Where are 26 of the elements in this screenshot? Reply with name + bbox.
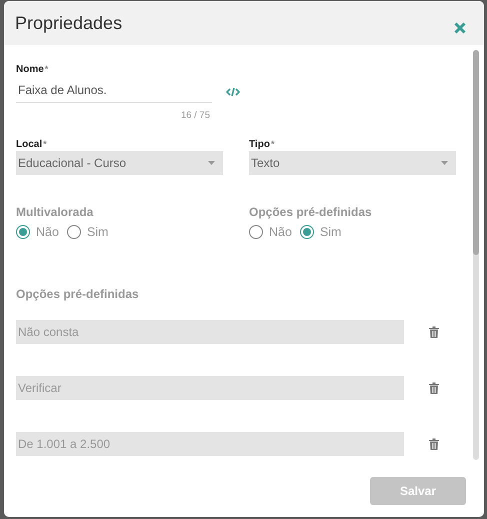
dialog-title: Propriedades — [15, 12, 122, 34]
dropdown[interactable]: Texto — [249, 151, 456, 175]
field-label: Tipo* — [249, 139, 276, 150]
dropdown[interactable]: Educacional - Curso — [16, 151, 223, 175]
radio-option[interactable]: Não — [249, 225, 292, 239]
trash-icon[interactable] — [429, 438, 439, 450]
caret-icon[interactable] — [208, 161, 215, 165]
trash-icon[interactable] — [429, 382, 439, 394]
field-label: Local* — [16, 139, 48, 150]
radio-option[interactable]: Sim — [300, 225, 342, 239]
radio-option[interactable]: Sim — [66, 225, 108, 239]
name-input-field[interactable]: Faixa de Alunos. — [16, 81, 212, 103]
field-label: Nome* — [16, 64, 48, 75]
option-input-field[interactable]: Verificar — [16, 376, 404, 400]
radio-option[interactable]: Não — [16, 225, 59, 239]
character-counter: 16 / 75 — [180, 110, 210, 121]
group-label: Multivalorada — [16, 205, 94, 219]
section-title: Opções pré-definidas — [16, 287, 139, 301]
close-icon[interactable] — [454, 22, 466, 34]
option-input-field[interactable]: Não consta — [16, 320, 404, 344]
code-icon[interactable] — [226, 87, 240, 97]
caret-icon[interactable] — [441, 161, 448, 165]
scrollbar[interactable] — [473, 50, 479, 460]
group-label: Opções pré-definidas — [249, 205, 373, 219]
option-input-field[interactable]: De 1.001 a 2.500 — [16, 432, 404, 456]
trash-icon[interactable] — [429, 326, 439, 338]
